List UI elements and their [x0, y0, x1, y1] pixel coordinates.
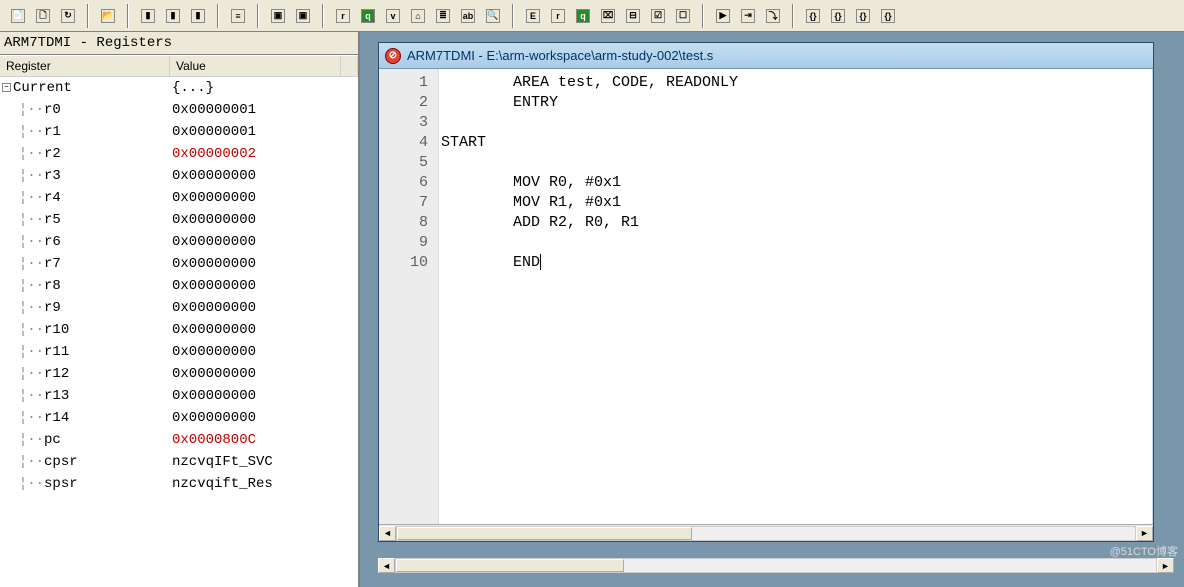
- main-area: ARM7TDMI - Registers Register Value −Cur…: [0, 32, 1184, 587]
- disk-arrow-icon[interactable]: ▮: [161, 4, 185, 28]
- register-row-r10[interactable]: ¦··r100x00000000: [0, 319, 358, 341]
- scroll-left-icon[interactable]: ◄: [379, 526, 396, 541]
- ab-icon[interactable]: ab: [456, 4, 480, 28]
- magnify-icon[interactable]: 🔍: [481, 4, 505, 28]
- register-row-r13[interactable]: ¦··r130x00000000: [0, 385, 358, 407]
- scroll-track[interactable]: [395, 558, 1157, 573]
- brace-stop-icon[interactable]: {}: [876, 4, 900, 28]
- step-over-icon[interactable]: ⤵: [761, 4, 785, 28]
- code-line-7[interactable]: MOV R1, #0x1: [441, 193, 1153, 213]
- register-row-r1[interactable]: ¦··r10x00000001: [0, 121, 358, 143]
- code-line-6[interactable]: MOV R0, #0x1: [441, 173, 1153, 193]
- register-row-cpsr[interactable]: ¦··cpsrnzcvqIFt_SVC: [0, 451, 358, 473]
- chip-icon[interactable]: ▣: [266, 4, 290, 28]
- editor-h-scrollbar[interactable]: ◄ ►: [379, 524, 1153, 541]
- scroll-right-icon[interactable]: ►: [1136, 526, 1153, 541]
- reload-icon[interactable]: ↻: [56, 4, 80, 28]
- scroll-track[interactable]: [396, 526, 1136, 541]
- q-box-green[interactable]: q: [356, 4, 380, 28]
- panel-r-icon[interactable]: r: [546, 4, 570, 28]
- registers-tree[interactable]: −Current{...} ¦··r00x00000001 ¦··r10x000…: [0, 77, 358, 587]
- run-icon[interactable]: ▶: [711, 4, 735, 28]
- code-line-3[interactable]: [441, 113, 1153, 133]
- step-icon[interactable]: ⇥: [736, 4, 760, 28]
- panel-q-green[interactable]: q: [571, 4, 595, 28]
- disk-eject-icon[interactable]: ▮: [186, 4, 210, 28]
- code-line-5[interactable]: [441, 153, 1153, 173]
- register-row-r14[interactable]: ¦··r140x00000000: [0, 407, 358, 429]
- stop-sign-icon: ⊘: [385, 48, 401, 64]
- file-refresh-icon[interactable]: 🗋: [31, 4, 55, 28]
- editor-gutter: 12345678910: [379, 69, 439, 524]
- text-cursor: [540, 254, 541, 270]
- registers-scroll-header-gap: [341, 55, 358, 76]
- gutter-line-10: 10: [379, 253, 428, 273]
- brace-out-icon[interactable]: {}: [851, 4, 875, 28]
- registers-col-name-header[interactable]: Register: [0, 55, 170, 76]
- code-line-8[interactable]: ADD R2, R0, R1: [441, 213, 1153, 233]
- code-line-9[interactable]: [441, 233, 1153, 253]
- register-row-r8[interactable]: ¦··r80x00000000: [0, 275, 358, 297]
- gutter-line-1: 1: [379, 73, 428, 93]
- brace-step-icon[interactable]: {}: [826, 4, 850, 28]
- code-line-10[interactable]: END: [441, 253, 1153, 273]
- register-row-spsr[interactable]: ¦··spsrnzcvqift_Res: [0, 473, 358, 495]
- registers-col-value-header[interactable]: Value: [170, 55, 341, 76]
- gutter-line-6: 6: [379, 173, 428, 193]
- register-row-r3[interactable]: ¦··r30x00000000: [0, 165, 358, 187]
- mdi-h-scrollbar[interactable]: ◄ ►: [378, 558, 1174, 575]
- brace-run-icon[interactable]: {}: [801, 4, 825, 28]
- stack-icon[interactable]: ≣: [431, 4, 455, 28]
- gutter-line-8: 8: [379, 213, 428, 233]
- editor-title-text: ARM7TDMI - E:\arm-workspace\arm-study-00…: [407, 48, 713, 63]
- scroll-right-icon[interactable]: ►: [1157, 558, 1174, 573]
- panel-uncheck-icon[interactable]: ☐: [671, 4, 695, 28]
- register-row-r6[interactable]: ¦··r60x00000000: [0, 231, 358, 253]
- disk-icon[interactable]: ▮: [136, 4, 160, 28]
- gutter-line-3: 3: [379, 113, 428, 133]
- file-icon[interactable]: 📄: [6, 4, 30, 28]
- gutter-line-7: 7: [379, 193, 428, 213]
- watermark-text: @51CTO博客: [1110, 543, 1178, 559]
- register-row-r4[interactable]: ¦··r40x00000000: [0, 187, 358, 209]
- gutter-line-2: 2: [379, 93, 428, 113]
- register-row-r11[interactable]: ¦··r110x00000000: [0, 341, 358, 363]
- editor-titlebar[interactable]: ⊘ ARM7TDMI - E:\arm-workspace\arm-study-…: [379, 43, 1153, 69]
- register-row-r5[interactable]: ¦··r50x00000000: [0, 209, 358, 231]
- code-line-2[interactable]: ENTRY: [441, 93, 1153, 113]
- open-icon[interactable]: 📂: [96, 4, 120, 28]
- gutter-line-5: 5: [379, 153, 428, 173]
- scroll-thumb[interactable]: [396, 559, 624, 572]
- register-row-r2[interactable]: ¦··r20x00000002: [0, 143, 358, 165]
- main-toolbar: 📄🗋↻📂▮▮▮≡▣▣rqv⌂≣ab🔍Erq⌧⊟☑☐▶⇥⤵{}{}{}{}: [0, 0, 1184, 32]
- gutter-line-4: 4: [379, 133, 428, 153]
- register-row-r12[interactable]: ¦··r120x00000000: [0, 363, 358, 385]
- registers-panel: ARM7TDMI - Registers Register Value −Cur…: [0, 32, 360, 587]
- list-icon[interactable]: ≡: [226, 4, 250, 28]
- scroll-thumb[interactable]: [397, 527, 692, 540]
- scroll-left-icon[interactable]: ◄: [378, 558, 395, 573]
- chip-search-icon[interactable]: ▣: [291, 4, 315, 28]
- panel-tree-icon[interactable]: ⌧: [596, 4, 620, 28]
- v-box[interactable]: v: [381, 4, 405, 28]
- source-editor-window: ⊘ ARM7TDMI - E:\arm-workspace\arm-study-…: [378, 42, 1154, 542]
- gutter-line-9: 9: [379, 233, 428, 253]
- panel-check-icon[interactable]: ☑: [646, 4, 670, 28]
- editor-body[interactable]: 12345678910 AREA test, CODE, READONLY EN…: [379, 69, 1153, 524]
- register-row-r0[interactable]: ¦··r00x00000001: [0, 99, 358, 121]
- code-line-4[interactable]: START: [441, 133, 1153, 153]
- panel-e-icon[interactable]: E: [521, 4, 545, 28]
- editor-area: ⊘ ARM7TDMI - E:\arm-workspace\arm-study-…: [360, 32, 1184, 587]
- hierarchy-icon[interactable]: ⌂: [406, 4, 430, 28]
- panel-split-icon[interactable]: ⊟: [621, 4, 645, 28]
- code-line-1[interactable]: AREA test, CODE, READONLY: [441, 73, 1153, 93]
- r-box[interactable]: r: [331, 4, 355, 28]
- registers-panel-title: ARM7TDMI - Registers: [0, 32, 358, 55]
- register-row-r9[interactable]: ¦··r90x00000000: [0, 297, 358, 319]
- register-root[interactable]: −Current{...}: [0, 77, 358, 99]
- register-row-pc[interactable]: ¦··pc0x0000800C: [0, 429, 358, 451]
- editor-code[interactable]: AREA test, CODE, READONLY ENTRY START MOV…: [439, 69, 1153, 524]
- register-row-r7[interactable]: ¦··r70x00000000: [0, 253, 358, 275]
- registers-panel-header: Register Value: [0, 55, 358, 77]
